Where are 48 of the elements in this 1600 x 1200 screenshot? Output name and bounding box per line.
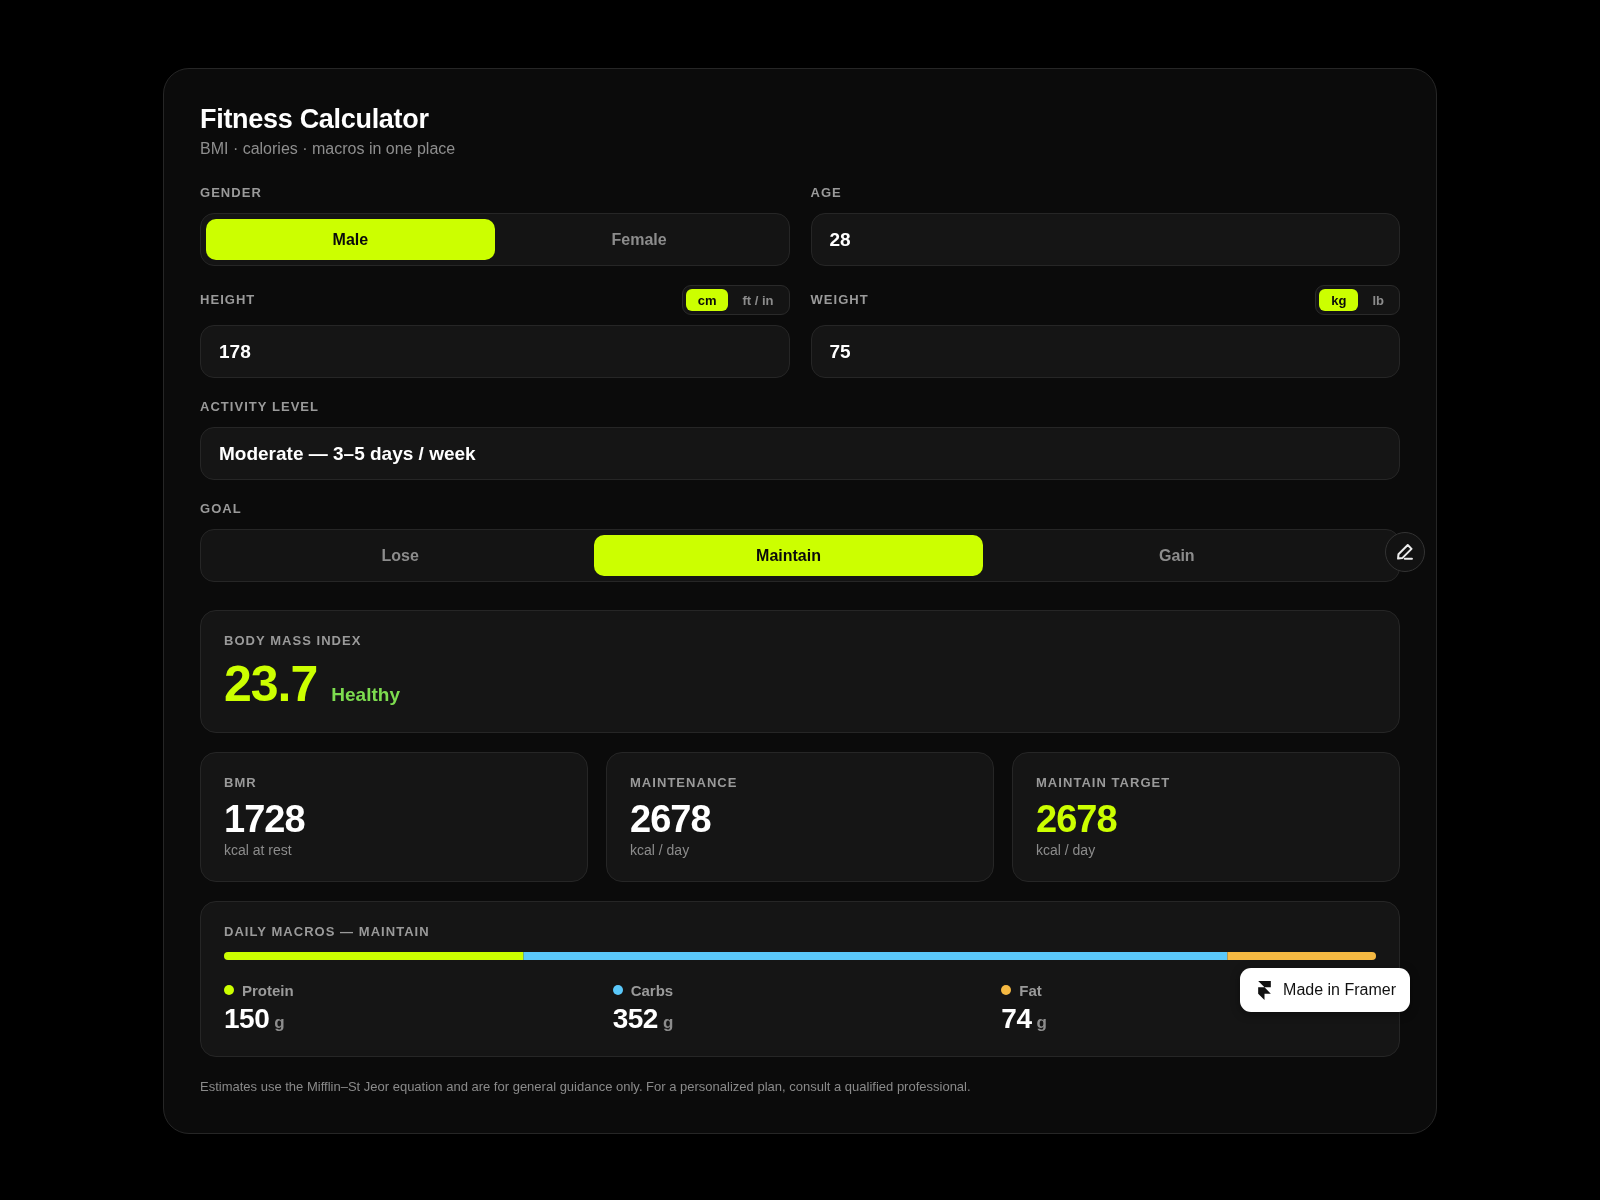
stat-unit: kcal / day	[1036, 841, 1096, 859]
macro-amount: 74	[1001, 1003, 1032, 1035]
macro-amount: 150	[224, 1003, 270, 1035]
stat-value: 2678	[630, 797, 711, 841]
weight-input[interactable]: 75	[810, 325, 1400, 378]
macro-unit: g	[274, 1013, 285, 1033]
bmi-value: 23.7	[224, 655, 318, 713]
field-label: AGE	[810, 185, 842, 201]
goal-option[interactable]: Lose	[206, 535, 595, 576]
goal-option[interactable]: Gain	[982, 535, 1371, 576]
stat-value: 2678	[1036, 797, 1117, 841]
app-subtitle: BMI · calories · macros in one place	[200, 139, 457, 159]
macro-unit: g	[1036, 1013, 1047, 1033]
unit-option[interactable]: lb	[1360, 289, 1396, 311]
card-label: MAINTAIN TARGET	[1036, 775, 1171, 791]
logo-icon	[1258, 980, 1272, 1000]
unit-option[interactable]: cm	[685, 289, 729, 311]
bmi-category: Healthy	[331, 684, 400, 706]
macro-unit: g	[662, 1013, 674, 1033]
macro-name: Carbs	[630, 981, 674, 999]
height-input[interactable]: 178	[200, 325, 790, 378]
card-label: BMR	[224, 775, 257, 791]
field-label: ACTIVITY LEVEL	[200, 399, 320, 415]
macro-name: Protein	[242, 981, 294, 999]
app-title: Fitness Calculator	[200, 103, 430, 135]
field-label: GENDER	[200, 185, 262, 201]
activity-field[interactable]: Moderate — 3–5 days / week	[200, 427, 1400, 480]
card-label: DAILY MACROS — MAINTAIN	[224, 924, 431, 940]
goal-option[interactable]: Maintain	[594, 535, 983, 576]
stat-unit: kcal at rest	[224, 841, 292, 859]
unit-option[interactable]: kg	[1319, 289, 1359, 311]
footnote: Estimates use the Mifflin–St Jeor equation and are for general guidance only. For a personalized plan, consult a qualified professional.	[200, 1079, 972, 1095]
macro-amount: 352	[612, 1003, 658, 1035]
age-input[interactable]: 28	[810, 213, 1400, 266]
stat-unit: kcal / day	[630, 841, 690, 859]
field-label: HEIGHT	[200, 292, 256, 308]
field-label: WEIGHT	[810, 292, 869, 308]
unit-option[interactable]: ft / in	[730, 289, 786, 311]
made-in-badge[interactable]: Made in Framer	[1240, 968, 1410, 1012]
macro-name: Fat	[1019, 981, 1042, 999]
card-label: MAINTENANCE	[630, 775, 738, 791]
pencil-icon	[1397, 544, 1413, 560]
stat-value: 1728	[224, 797, 305, 841]
gender-option[interactable]: Female	[494, 219, 784, 260]
edit-button[interactable]	[1385, 532, 1425, 572]
card-label: BODY MASS INDEX	[224, 633, 363, 649]
gender-option[interactable]: Male	[206, 219, 495, 260]
field-label: GOAL	[200, 501, 242, 517]
